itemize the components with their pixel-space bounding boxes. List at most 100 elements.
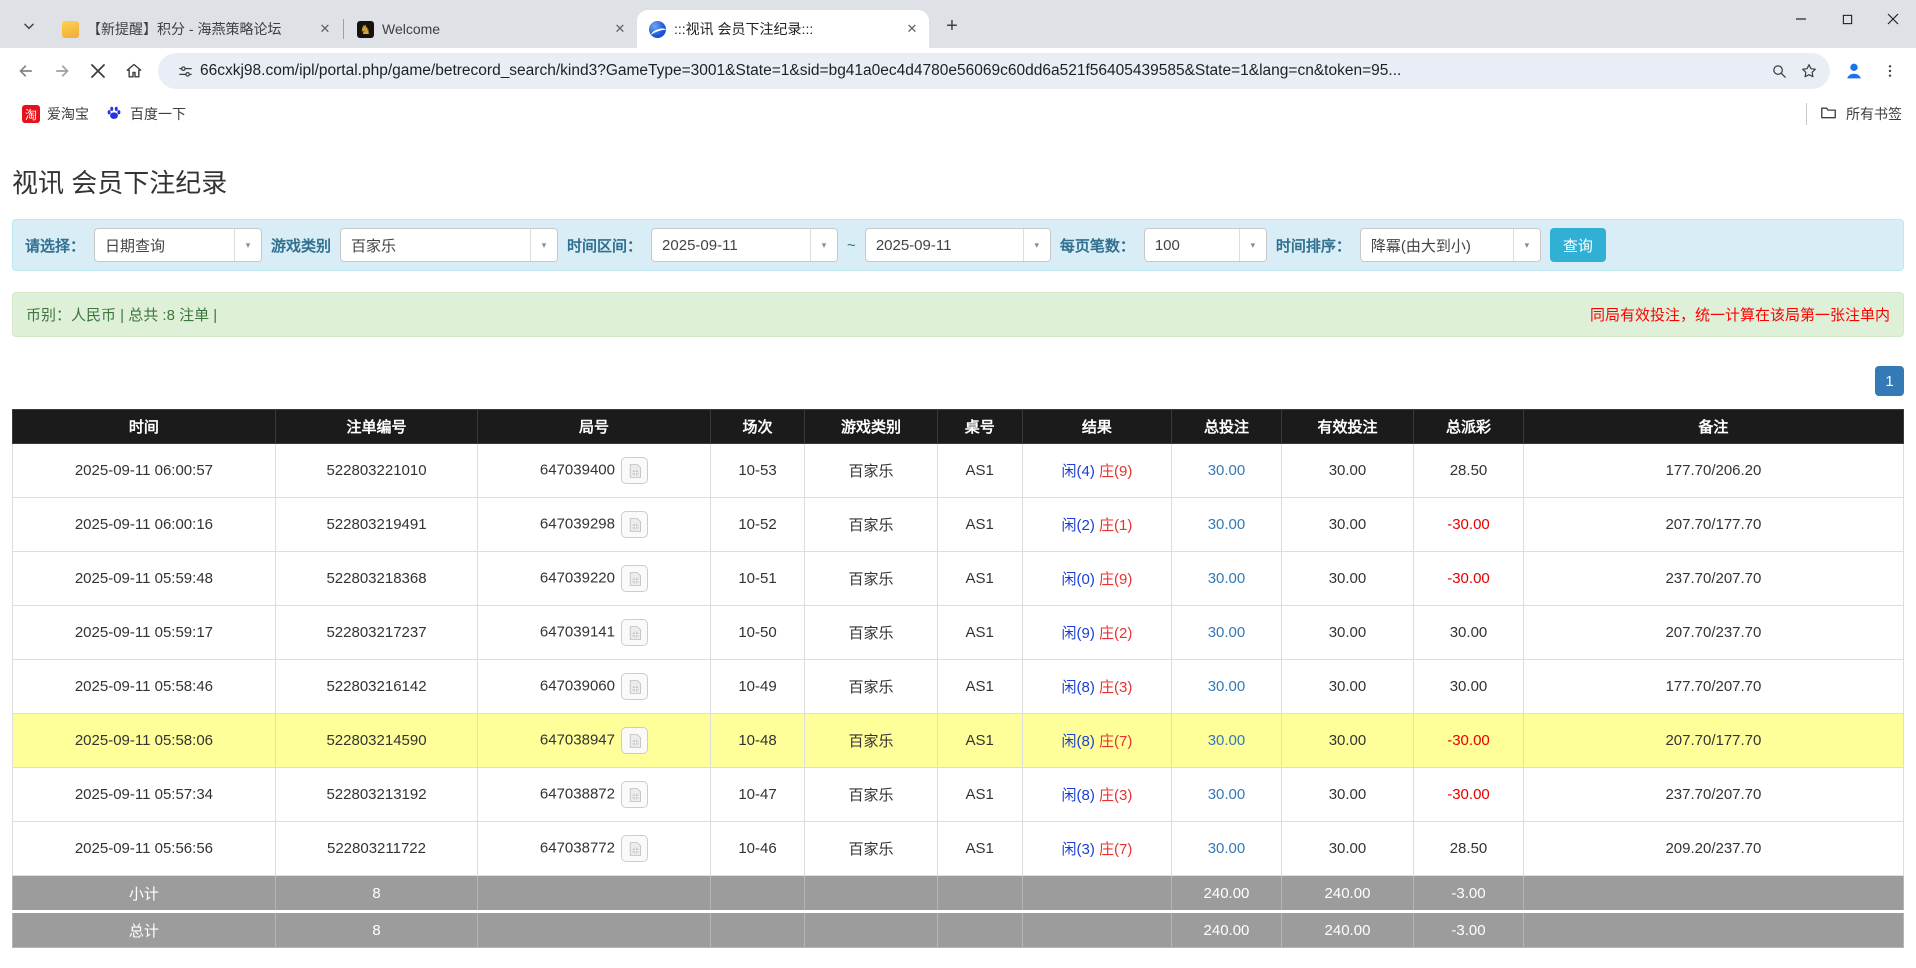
table-row[interactable]: 2025-09-11 05:59:48522803218368647039220… [13, 552, 1904, 606]
tab-forum[interactable]: 【新提醒】积分 - 海燕策略论坛 ✕ [50, 10, 342, 48]
cell-round: 647039400 [478, 444, 711, 498]
bookmark-star-icon[interactable] [1794, 56, 1824, 86]
query-mode-select[interactable]: 日期查询 ▾ [94, 228, 262, 262]
cell-time: 2025-09-11 05:58:06 [13, 714, 276, 768]
bookmark-baidu[interactable]: 百度一下 [97, 100, 194, 129]
stop-loading-icon[interactable] [80, 53, 116, 89]
video-replay-icon[interactable] [621, 835, 648, 862]
cell-round: 647038872 [478, 768, 711, 822]
total-bet-link[interactable]: 30.00 [1208, 516, 1246, 533]
column-header: 游戏类别 [805, 410, 937, 444]
footer-label: 总计 [13, 912, 276, 948]
result-player: 闲(8) [1062, 679, 1095, 696]
profile-avatar-icon[interactable] [1836, 53, 1872, 89]
table-row[interactable]: 2025-09-11 05:58:46522803216142647039060… [13, 660, 1904, 714]
cell-game-type: 百家乐 [805, 768, 937, 822]
date-to-value: 2025-09-11 [866, 229, 1023, 261]
date-range-label: 时间区间： [567, 235, 642, 256]
tab-close-icon[interactable]: ✕ [903, 20, 921, 38]
close-window-button[interactable] [1870, 0, 1916, 38]
table-row[interactable]: 2025-09-11 05:59:17522803217237647039141… [13, 606, 1904, 660]
browser-menu-icon[interactable] [1872, 53, 1908, 89]
table-row[interactable]: 2025-09-11 05:56:56522803211722647038772… [13, 822, 1904, 876]
cell-remark: 207.70/177.70 [1523, 498, 1903, 552]
site-settings-icon[interactable] [170, 56, 200, 86]
round-number: 647039141 [540, 623, 615, 640]
address-bar[interactable]: 66cxkj98.com/ipl/portal.php/game/betreco… [158, 53, 1830, 89]
result-player: 闲(9) [1062, 625, 1095, 642]
total-bet-link[interactable]: 30.00 [1208, 678, 1246, 695]
page-size-select[interactable]: 100 ▾ [1144, 228, 1267, 262]
page-number-button[interactable]: 1 [1875, 366, 1904, 396]
cell-result: 闲(0) 庄(9) [1022, 552, 1171, 606]
date-to-select[interactable]: 2025-09-11 ▾ [865, 228, 1051, 262]
tab-welcome[interactable]: ♞ Welcome ✕ [345, 10, 637, 48]
round-number: 647038947 [540, 731, 615, 748]
bookmark-taobao[interactable]: 淘 爱淘宝 [14, 100, 97, 128]
total-bet-link[interactable]: 30.00 [1208, 732, 1246, 749]
taobao-icon: 淘 [22, 105, 40, 123]
tab-bet-record-active[interactable]: :::视讯 会员下注纪录::: ✕ [637, 10, 929, 48]
table-row[interactable]: 2025-09-11 05:57:34522803213192647038872… [13, 768, 1904, 822]
total-bet-link[interactable]: 30.00 [1208, 462, 1246, 479]
cell-valid-bet: 30.00 [1281, 444, 1413, 498]
baidu-paw-icon [105, 104, 123, 125]
round-number: 647039400 [540, 461, 615, 478]
tab-close-icon[interactable]: ✕ [611, 20, 629, 38]
home-icon[interactable] [116, 53, 152, 89]
maximize-button[interactable] [1824, 0, 1870, 38]
table-row[interactable]: 2025-09-11 06:00:57522803221010647039400… [13, 444, 1904, 498]
video-replay-icon[interactable] [621, 511, 648, 538]
video-replay-icon[interactable] [621, 673, 648, 700]
cell-game-type: 百家乐 [805, 498, 937, 552]
tab-title: :::视讯 会员下注纪录::: [674, 19, 897, 39]
tab-search-chevron-icon[interactable] [14, 11, 44, 41]
round-number: 647038772 [540, 839, 615, 856]
cell-bet-id: 522803218368 [275, 552, 477, 606]
back-icon[interactable] [8, 53, 44, 89]
video-replay-icon[interactable] [621, 619, 648, 646]
table-row[interactable]: 2025-09-11 06:00:16522803219491647039298… [13, 498, 1904, 552]
url-text[interactable]: 66cxkj98.com/ipl/portal.php/game/betreco… [200, 62, 1764, 80]
chevron-down-icon[interactable]: ▾ [234, 229, 261, 261]
total-bet-link[interactable]: 30.00 [1208, 840, 1246, 857]
sort-order-select[interactable]: 降冪(由大到小) ▾ [1360, 228, 1541, 262]
table-footer: 小计8240.00240.00-3.00总计8240.00240.00-3.00 [13, 876, 1904, 948]
cell-valid-bet: 30.00 [1281, 606, 1413, 660]
chevron-down-icon[interactable]: ▾ [530, 229, 557, 261]
all-bookmarks-label: 所有书签 [1846, 104, 1902, 124]
total-bet-link[interactable]: 30.00 [1208, 786, 1246, 803]
total-bet-link[interactable]: 30.00 [1208, 624, 1246, 641]
chevron-down-icon[interactable]: ▾ [1023, 229, 1050, 261]
minimize-button[interactable] [1778, 0, 1824, 38]
video-replay-icon[interactable] [621, 727, 648, 754]
result-player: 闲(3) [1062, 841, 1095, 858]
video-replay-icon[interactable] [621, 457, 648, 484]
search-button[interactable]: 查询 [1550, 228, 1606, 262]
chevron-down-icon[interactable]: ▾ [810, 229, 837, 261]
date-from-select[interactable]: 2025-09-11 ▾ [651, 228, 838, 262]
video-replay-icon[interactable] [621, 781, 648, 808]
cell-table-no: AS1 [937, 660, 1022, 714]
forward-icon[interactable] [44, 53, 80, 89]
chevron-down-icon[interactable]: ▾ [1513, 229, 1540, 261]
zoom-icon[interactable] [1764, 56, 1794, 86]
cell-total-bet: 30.00 [1172, 444, 1282, 498]
column-header: 总投注 [1172, 410, 1282, 444]
chevron-down-icon[interactable]: ▾ [1239, 229, 1266, 261]
new-tab-button[interactable]: + [937, 11, 967, 41]
cell-bet-id: 522803213192 [275, 768, 477, 822]
table-row[interactable]: 2025-09-11 05:58:06522803214590647038947… [13, 714, 1904, 768]
welcome-favicon-icon: ♞ [357, 21, 374, 38]
cell-time: 2025-09-11 06:00:57 [13, 444, 276, 498]
cell-result: 闲(9) 庄(2) [1022, 606, 1171, 660]
cell-table-no: AS1 [937, 444, 1022, 498]
total-bet-link[interactable]: 30.00 [1208, 570, 1246, 587]
game-type-select[interactable]: 百家乐 ▾ [340, 228, 558, 262]
cell-time: 2025-09-11 06:00:16 [13, 498, 276, 552]
sort-order-value: 降冪(由大到小) [1361, 229, 1513, 261]
tab-close-icon[interactable]: ✕ [316, 20, 334, 38]
all-bookmarks-button[interactable]: 所有书签 [1819, 103, 1902, 125]
video-replay-icon[interactable] [621, 565, 648, 592]
cell-result: 闲(8) 庄(3) [1022, 660, 1171, 714]
